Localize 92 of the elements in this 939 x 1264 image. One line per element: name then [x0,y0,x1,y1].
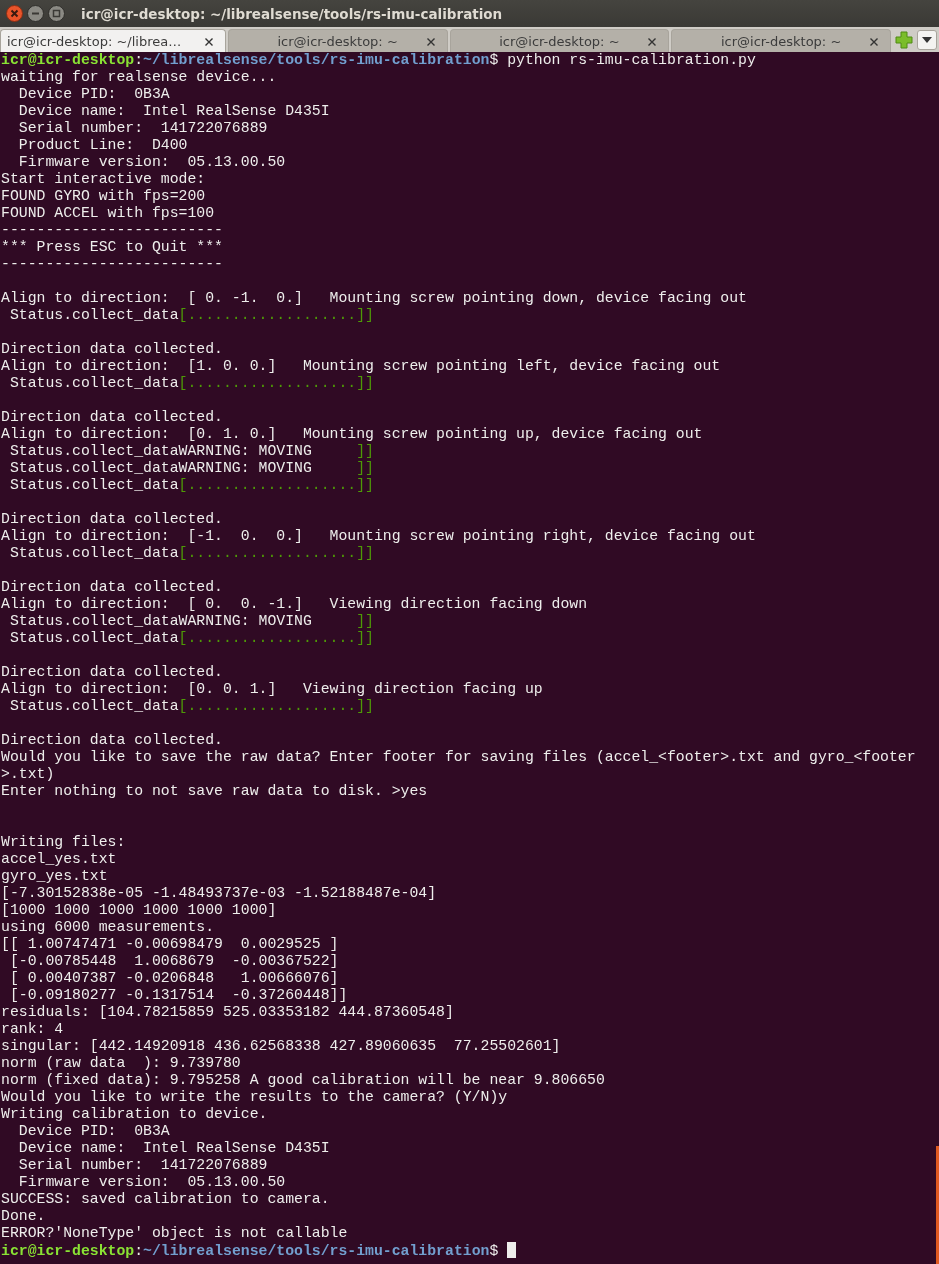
output-text: Align to direction: [-1. 0. 0.] Mounting screw pointing right, device facing out [1,528,756,544]
output-text: Direction data collected. [1,341,223,357]
output-text: FOUND GYRO with fps=200 [1,188,206,204]
output-text: Align to direction: [0. 1. 0.] Mounting screw pointing up, device facing out [1,426,703,442]
output-text: FOUND ACCEL with fps=100 [1,205,215,221]
prompt-path: ~/librealsense/tools/rs-imu-calibration [143,52,490,68]
output-text: Done. [1,1208,46,1224]
terminal-tab[interactable]: icr@icr-desktop: ~ [449,29,670,52]
output-text: Writing calibration to device. [1,1106,268,1122]
output-text: Align to direction: [ 0. -1. 0.] Mounting screw pointing down, device facing out [1,290,747,306]
output-text: $ python rs-imu-calibration.py [489,52,756,68]
terminal-tab[interactable]: icr@icr-desktop: ~/librea… [0,29,226,52]
scrollbar-thumb[interactable] [936,1146,939,1264]
output-text: Device PID: 0B3A [17,1123,170,1139]
prompt-user: icr@icr-desktop [1,1243,135,1259]
output-text: Status.collect_data [8,545,179,561]
output-text: norm (fixed data): 9.795258 A good calibration will be near 9.806650 [1,1072,605,1088]
output-text: [-0.00785448 1.0068679 -0.00367522] [8,953,339,969]
terminal-tab[interactable]: icr@icr-desktop: ~ [671,29,891,52]
output-text: Status.collect_dataWARNING: MOVING [8,613,313,629]
caret-icon [922,37,932,43]
output-text: Writing files: [1,834,126,850]
output-text: Direction data collected. [1,664,223,680]
output-text: Firmware version: 05.13.00.50 [17,154,286,170]
close-icon[interactable] [870,38,878,46]
output-text: Serial number: 141722076889 [17,1157,268,1173]
output-text: Product Line: D400 [17,137,188,153]
output-text: Device name: Intel RealSense D435I [17,1140,330,1156]
progress-brackets: [...................]] [178,630,374,646]
output-text: Enter nothing to not save raw data to disk. >yes [1,783,428,799]
minimize-icon[interactable] [27,5,44,22]
close-icon[interactable] [204,38,213,46]
output-text: Direction data collected. [1,511,223,527]
maximize-icon[interactable] [48,5,65,22]
output-text: Direction data collected. [1,579,223,595]
output-text: Align to direction: [ 0. 0. -1.] Viewing direction facing down [1,596,588,612]
output-text: Align to direction: [1. 0. 0.] Mounting screw pointing left, device facing out [1,358,721,374]
window-title: icr@icr-desktop: ~/librealsense/tools/rs-imu-calibration [81,5,503,22]
output-text: singular: [442.14920918 436.62568338 427.89060635 77.25502601] [1,1038,561,1054]
output-text: SUCCESS: saved calibration to camera. [1,1191,330,1207]
output-text: Status.collect_data [8,698,179,714]
output-text: Device name: Intel RealSense D435I [17,103,330,119]
output-text: $ [489,1243,500,1259]
text-cursor [507,1242,517,1258]
output-text: *** Press ESC to Quit *** [1,239,223,255]
output-text: Start interactive mode: [1,171,206,187]
output-text: Would you like to write the results to the camera? (Y/N)y [1,1089,508,1105]
progress-brackets: [...................]] [178,307,374,323]
output-text: waiting for realsense device... [1,69,277,85]
output-text: : [134,1243,144,1259]
progress-brackets: ]] [356,460,374,476]
output-text: Status.collect_dataWARNING: MOVING [8,443,313,459]
progress-brackets: [...................]] [178,698,374,714]
progress-brackets: ]] [356,443,374,459]
output-text: [[ 1.00747471 -0.00698479 0.0029525 ] [1,936,339,952]
output-text: Status.collect_data [8,307,179,323]
output-text: gyro_yes.txt [1,868,108,884]
output-text: [-0.09180277 -0.1317514 -0.37260448]] [8,987,348,1003]
output-text: Direction data collected. [1,409,223,425]
output-text: Status.collect_dataWARNING: MOVING [8,460,313,476]
prompt-user: icr@icr-desktop [1,52,135,68]
close-icon[interactable] [648,38,657,46]
output-text: Serial number: 141722076889 [17,120,268,136]
output-text: Status.collect_data [8,477,179,493]
output-text: Would you like to save the raw data? Enter footer for saving files (accel_<footer>.txt and gyro_<footer [1,749,916,765]
output-text: [1000 1000 1000 1000 1000 1000] [1,902,277,918]
output-text: Firmware version: 05.13.00.50 [17,1174,286,1190]
output-text: norm (raw data ): 9.739780 [1,1055,241,1071]
output-text: Direction data collected. [1,732,223,748]
output-text: >.txt) [1,766,55,782]
output-text: Status.collect_data [8,630,179,646]
output-text: residuals: [104.78215859 525.03353182 444.87360548] [1,1004,454,1020]
output-text: accel_yes.txt [1,851,117,867]
output-text: rank: 4 [1,1021,64,1037]
output-text: Align to direction: [0. 0. 1.] Viewing direction facing up [1,681,543,697]
progress-brackets: [...................]] [178,375,374,391]
output-text: using 6000 measurements. [1,919,215,935]
output-text: ------------------------- [1,222,223,238]
output-text: Status.collect_data [8,375,179,391]
close-icon[interactable] [426,38,435,46]
progress-brackets: [...................]] [178,477,374,493]
output-text: [-7.30152838e-05 -1.48493737e-03 -1.52188487e-04] [1,885,437,901]
terminal-tab[interactable]: icr@icr-desktop: ~ [227,29,448,52]
prompt-path: ~/librealsense/tools/rs-imu-calibration [143,1243,490,1259]
dropdown-button[interactable] [917,30,937,50]
output-text: : [134,52,144,68]
output-text: [ 0.00407387 -0.0206848 1.00666076] [8,970,339,986]
output-text: Device PID: 0B3A [17,86,170,102]
output-text: ------------------------- [1,256,223,272]
progress-brackets: ]] [356,613,374,629]
output-text: ERROR?'NoneType' object is not callable [1,1225,348,1241]
progress-brackets: [...................]] [178,545,374,561]
